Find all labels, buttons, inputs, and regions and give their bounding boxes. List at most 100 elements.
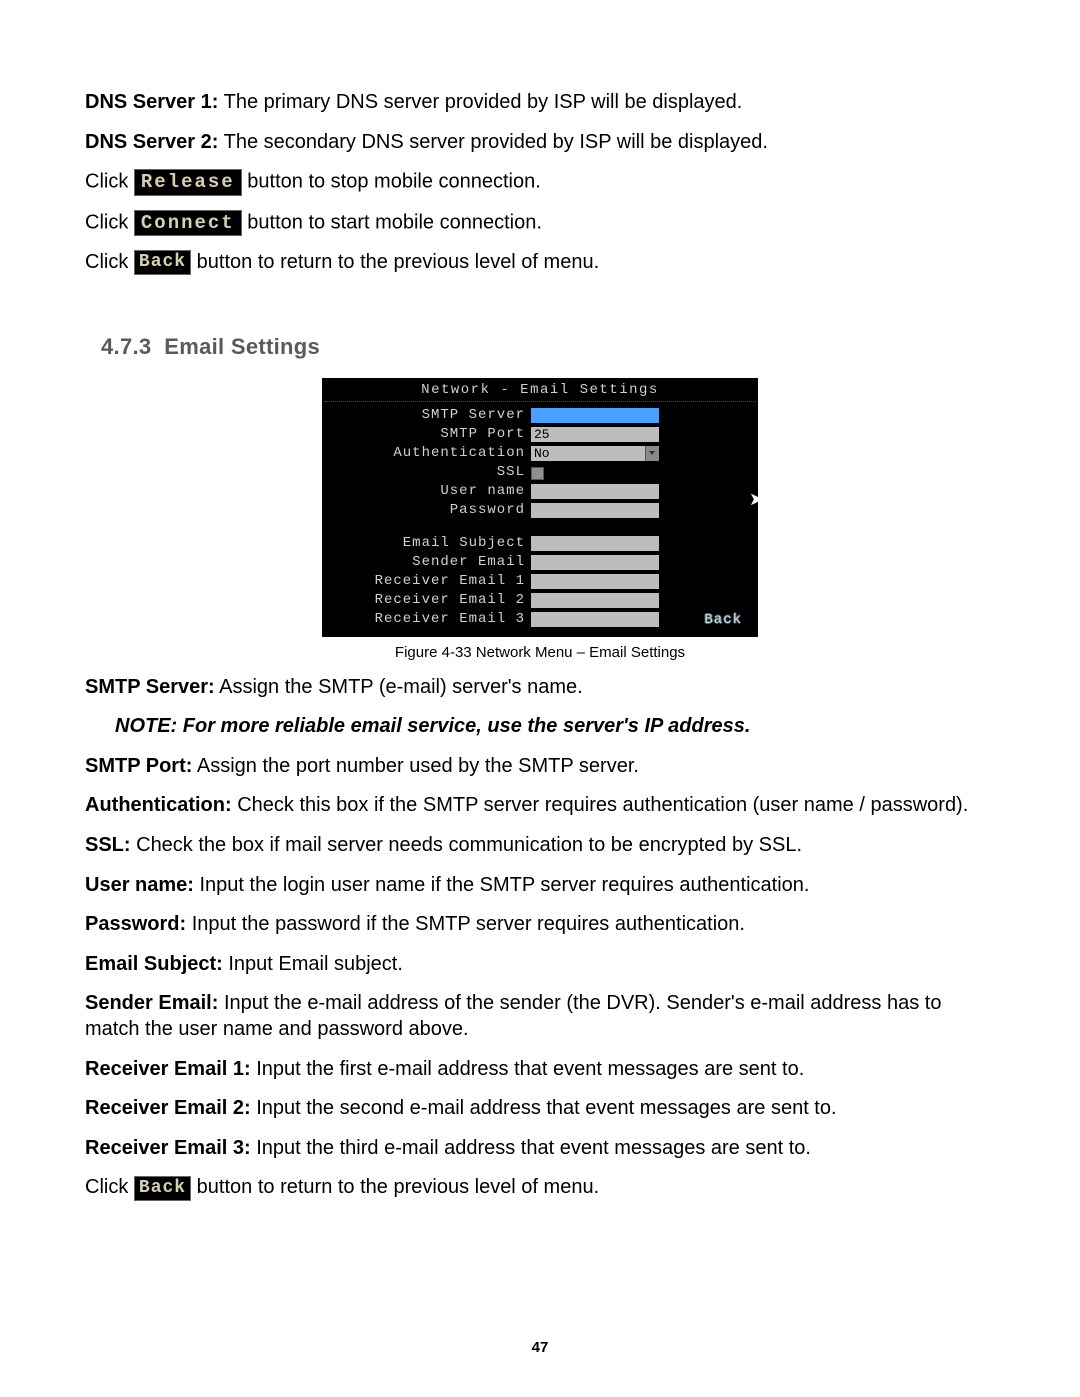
release-button[interactable]: Release (134, 169, 242, 195)
def-smtp-server-label: SMTP Server: (85, 676, 215, 698)
back-line-2: Click Back button to return to the previ… (85, 1175, 995, 1201)
def-rx3: Receiver Email 3: Input the third e-mail… (85, 1136, 995, 1162)
connect-pre: Click (85, 211, 134, 233)
def-ssl-text: Check the box if mail server needs commu… (131, 834, 802, 856)
row-receiver-email-1: Receiver Email 1 (324, 572, 756, 591)
field-email-subject[interactable] (531, 536, 659, 551)
figure-caption: Figure 4-33 Network Menu – Email Setting… (85, 643, 995, 662)
back-button-2[interactable]: Back (134, 1176, 191, 1201)
dns2-label: DNS Server 2: (85, 131, 218, 153)
def-rx2-text: Input the second e-mail address that eve… (251, 1097, 837, 1119)
def-smtp-server: SMTP Server: Assign the SMTP (e-mail) se… (85, 675, 995, 701)
def-smtp-port-label: SMTP Port: (85, 755, 192, 777)
def-user: User name: Input the login user name if … (85, 873, 995, 899)
cursor-icon: ➤ (749, 488, 764, 511)
label-receiver-email-2: Receiver Email 2 (324, 592, 531, 610)
field-receiver-email-1[interactable] (531, 574, 659, 589)
label-email-subject: Email Subject (324, 535, 531, 553)
field-receiver-email-2[interactable] (531, 593, 659, 608)
back2-pre: Click (85, 1176, 134, 1198)
row-sender-email: Sender Email (324, 553, 756, 572)
def-sender: Sender Email: Input the e-mail address o… (85, 991, 995, 1042)
field-authentication[interactable]: No (531, 446, 645, 461)
row-smtp-server: SMTP Server (324, 406, 756, 425)
label-receiver-email-1: Receiver Email 1 (324, 573, 531, 591)
release-line: Click Release button to stop mobile conn… (85, 169, 995, 195)
def-rx2-label: Receiver Email 2: (85, 1097, 251, 1119)
def-user-text: Input the login user name if the SMTP se… (194, 874, 810, 896)
def-rx3-text: Input the third e-mail address that even… (251, 1137, 811, 1159)
def-smtp-port-text: Assign the port number used by the SMTP … (192, 755, 639, 777)
def-ssl-label: SSL: (85, 834, 131, 856)
dns1-label: DNS Server 1: (85, 91, 218, 113)
dns-server-1-desc: DNS Server 1: The primary DNS server pro… (85, 90, 995, 116)
row-user-name: User name (324, 482, 756, 501)
field-user-name[interactable] (531, 484, 659, 499)
def-pass: Password: Input the password if the SMTP… (85, 912, 995, 938)
section-heading: 4.7.3 Email Settings (101, 333, 995, 361)
release-pre: Click (85, 171, 134, 193)
def-smtp-port: SMTP Port: Assign the port number used b… (85, 754, 995, 780)
label-smtp-port: SMTP Port (324, 426, 531, 444)
label-user-name: User name (324, 483, 531, 501)
row-ssl: SSL (324, 463, 756, 482)
dns1-text: The primary DNS server provided by ISP w… (218, 91, 742, 113)
connect-post: button to start mobile connection. (247, 211, 542, 233)
field-sender-email[interactable] (531, 555, 659, 570)
def-auth-text: Check this box if the SMTP server requir… (232, 794, 969, 816)
label-ssl: SSL (324, 464, 531, 482)
back-button[interactable]: Back (134, 250, 191, 275)
def-rx1-text: Input the first e-mail address that even… (251, 1058, 805, 1080)
dns2-text: The secondary DNS server provided by ISP… (218, 131, 768, 153)
email-settings-screenshot: Network - Email Settings SMTP Server SMT… (322, 378, 758, 638)
label-password: Password (324, 502, 531, 520)
back-line-1: Click Back button to return to the previ… (85, 250, 995, 276)
def-pass-label: Password: (85, 913, 186, 935)
label-authentication: Authentication (324, 445, 531, 463)
def-smtp-server-text: Assign the SMTP (e-mail) server's name. (215, 676, 583, 698)
back1-pre: Click (85, 251, 134, 273)
def-subject-label: Email Subject: (85, 953, 223, 975)
row-password: Password (324, 501, 756, 520)
label-smtp-server: SMTP Server (324, 407, 531, 425)
field-password[interactable] (531, 503, 659, 518)
label-sender-email: Sender Email (324, 554, 531, 572)
def-user-label: User name: (85, 874, 194, 896)
note-line: NOTE: For more reliable email service, u… (115, 714, 995, 740)
def-subject: Email Subject: Input Email subject. (85, 952, 995, 978)
field-smtp-port[interactable]: 25 (531, 427, 659, 442)
def-rx1-label: Receiver Email 1: (85, 1058, 251, 1080)
def-pass-text: Input the password if the SMTP server re… (186, 913, 745, 935)
def-sender-label: Sender Email: (85, 992, 218, 1014)
document-page: DNS Server 1: The primary DNS server pro… (0, 0, 1080, 1397)
row-email-subject: Email Subject (324, 534, 756, 553)
def-rx1: Receiver Email 1: Input the first e-mail… (85, 1057, 995, 1083)
page-number: 47 (0, 1338, 1080, 1357)
def-auth: Authentication: Check this box if the SM… (85, 793, 995, 819)
checkbox-ssl[interactable] (531, 467, 544, 480)
def-rx2: Receiver Email 2: Input the second e-mai… (85, 1096, 995, 1122)
row-gap (324, 520, 756, 534)
screenshot-back-button[interactable]: Back (700, 612, 746, 630)
heading-title: Email Settings (164, 334, 320, 359)
screenshot-container: Network - Email Settings SMTP Server SMT… (85, 378, 995, 638)
row-authentication: Authentication No (324, 444, 756, 463)
connect-line: Click Connect button to start mobile con… (85, 210, 995, 236)
label-receiver-email-3: Receiver Email 3 (324, 611, 531, 629)
back2-post: button to return to the previous level o… (197, 1176, 599, 1198)
def-auth-label: Authentication: (85, 794, 232, 816)
def-subject-text: Input Email subject. (223, 953, 403, 975)
back1-post: button to return to the previous level o… (197, 251, 599, 273)
def-rx3-label: Receiver Email 3: (85, 1137, 251, 1159)
field-smtp-server[interactable] (531, 408, 659, 423)
heading-number: 4.7.3 (101, 334, 151, 359)
chevron-down-icon[interactable] (645, 446, 659, 461)
row-smtp-port: SMTP Port 25 (324, 425, 756, 444)
def-ssl: SSL: Check the box if mail server needs … (85, 833, 995, 859)
release-post: button to stop mobile connection. (247, 171, 541, 193)
connect-button[interactable]: Connect (134, 210, 242, 236)
screenshot-title: Network - Email Settings (324, 380, 756, 403)
field-receiver-email-3[interactable] (531, 612, 659, 627)
dns-server-2-desc: DNS Server 2: The secondary DNS server p… (85, 130, 995, 156)
row-receiver-email-3: Receiver Email 3 (324, 610, 756, 629)
